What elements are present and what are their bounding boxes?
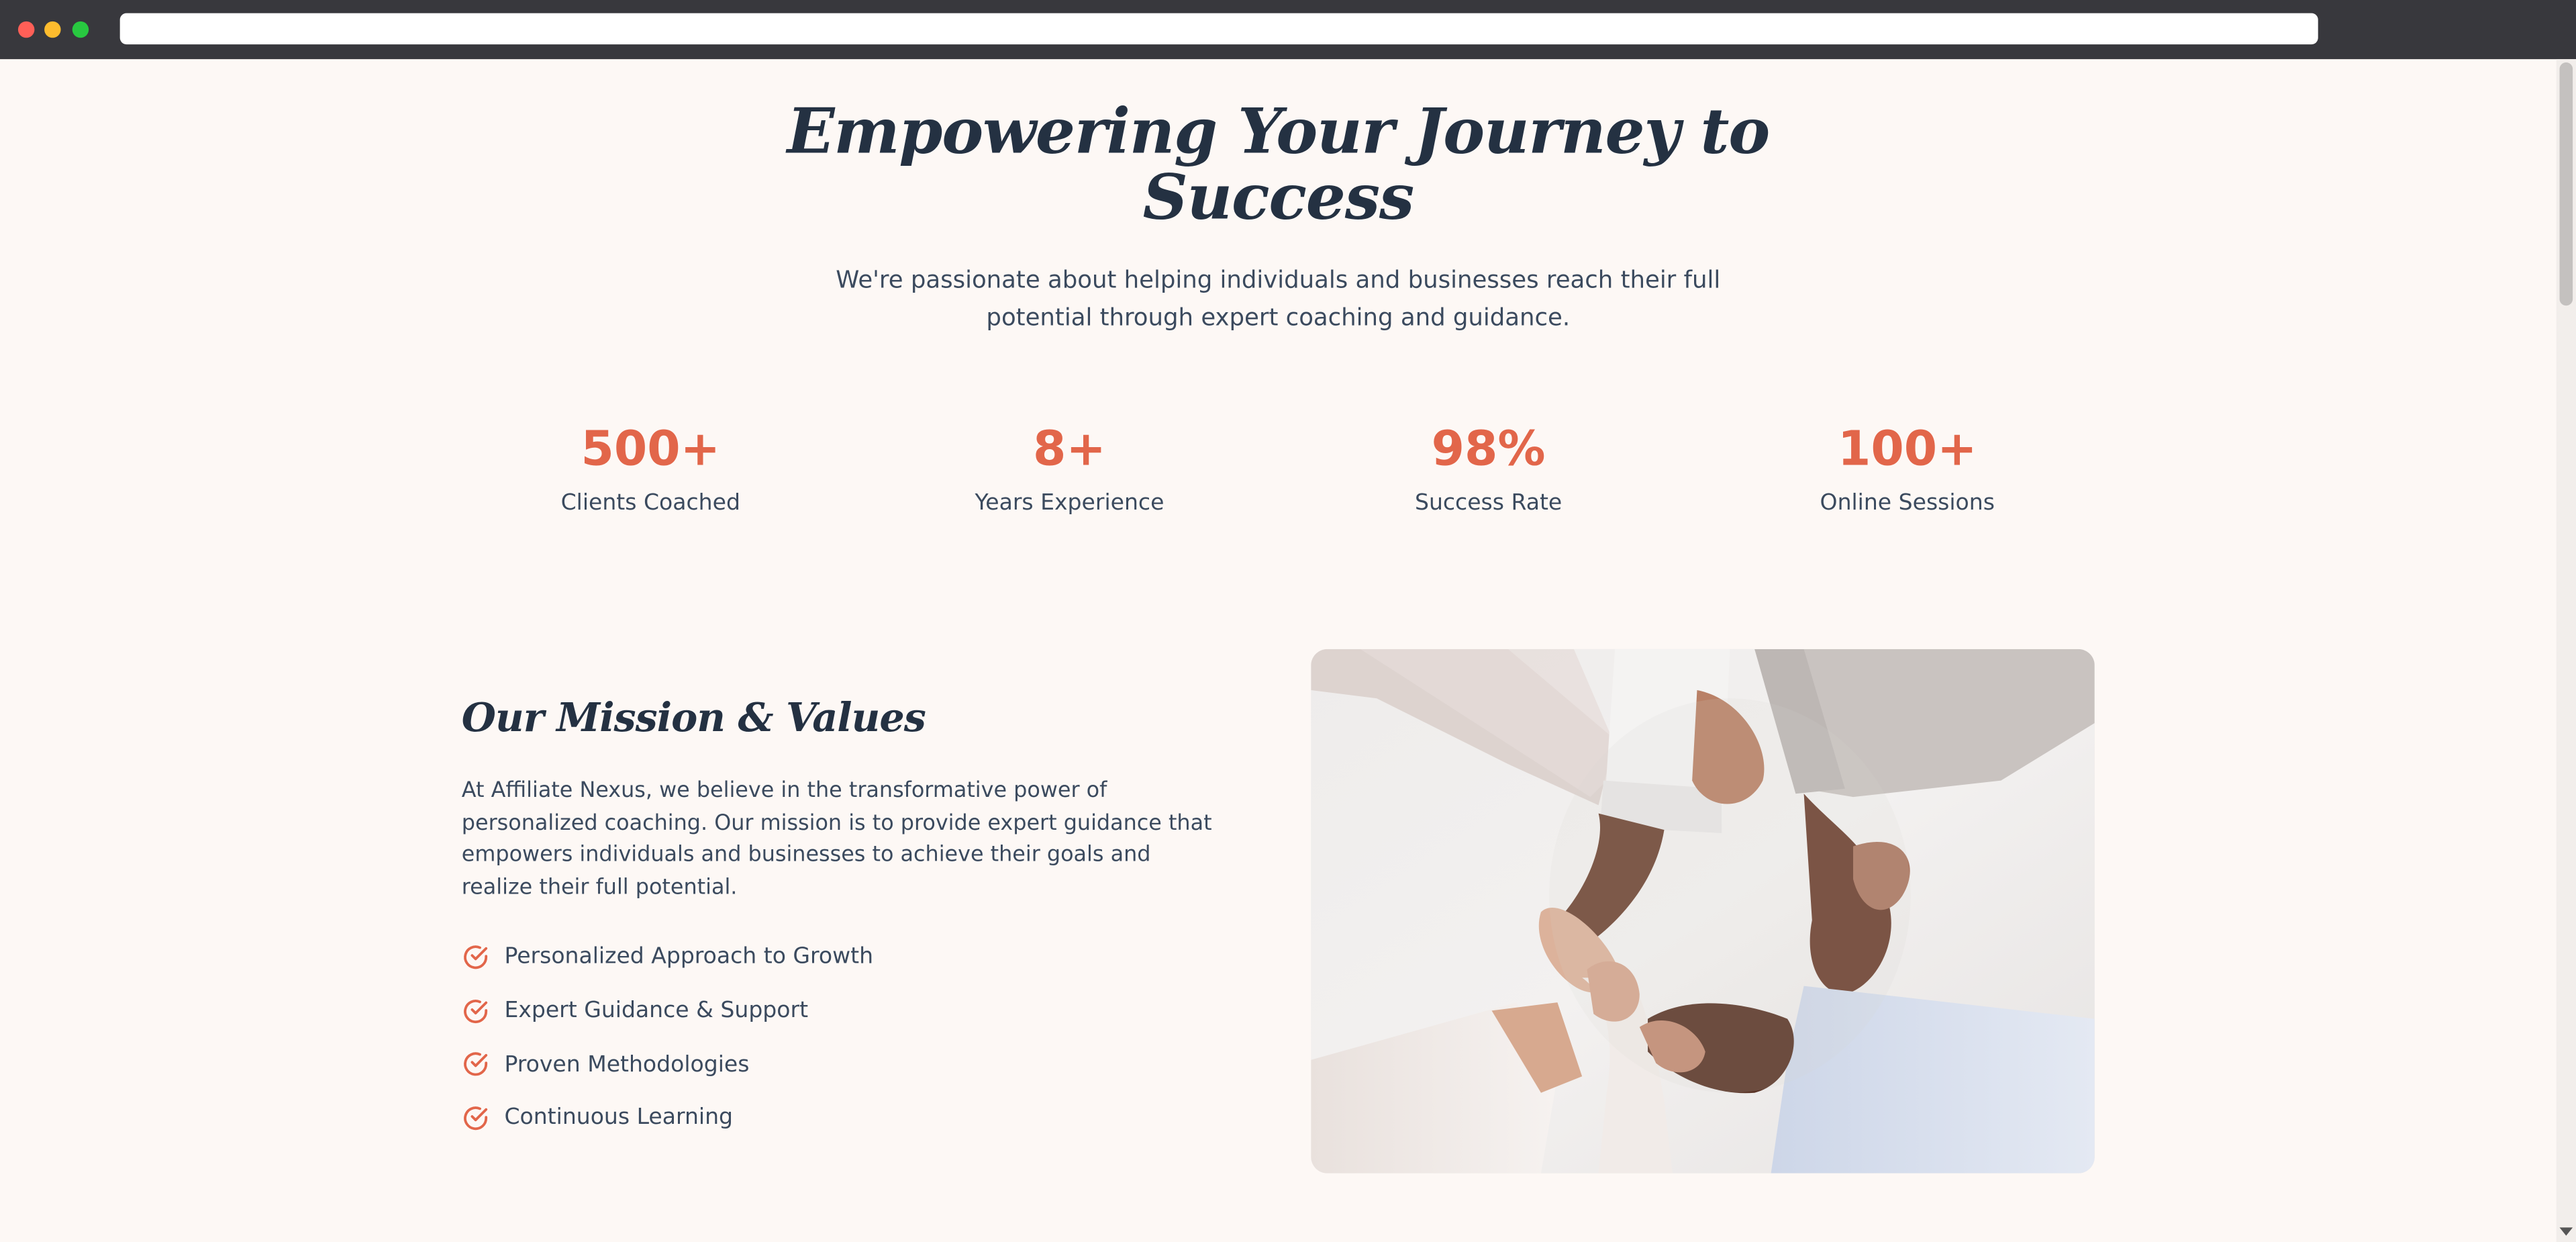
- value-item: Continuous Learning: [462, 1091, 873, 1145]
- stat-success-rate: 98% Success Rate: [1307, 419, 1669, 518]
- stat-label: Online Sessions: [1820, 489, 1995, 516]
- maximize-window-button[interactable]: [72, 21, 89, 38]
- scrollbar-thumb[interactable]: [2559, 62, 2573, 306]
- check-circle-icon: [464, 945, 488, 969]
- values-list: Personalized Approach to Growth Expert G…: [462, 930, 873, 1145]
- mission-description: At Affiliate Nexus, we believe in the tr…: [461, 779, 1212, 900]
- stat-clients-coached: 500+ Clients Coached: [470, 419, 831, 518]
- stat-years-experience: 8+ Years Experience: [889, 419, 1250, 518]
- check-circle-icon: [464, 1052, 488, 1076]
- scroll-down-arrow-icon[interactable]: [2559, 1227, 2573, 1236]
- hero-subtitle: We're passionate about helping individua…: [836, 267, 1721, 332]
- value-label: Continuous Learning: [504, 1104, 734, 1132]
- browser-chrome: [0, 0, 2576, 60]
- stat-online-sessions: 100+ Online Sessions: [1727, 419, 2088, 518]
- stat-label: Clients Coached: [560, 489, 740, 516]
- close-window-button[interactable]: [17, 21, 35, 38]
- value-item: Expert Guidance & Support: [462, 984, 873, 1037]
- team-hands-photo: [1311, 649, 2095, 1174]
- value-label: Expert Guidance & Support: [504, 997, 809, 1024]
- minimize-window-button[interactable]: [44, 21, 61, 38]
- check-circle-icon: [464, 998, 488, 1022]
- stat-label: Years Experience: [975, 489, 1165, 516]
- mission-title: Our Mission & Values: [461, 693, 926, 741]
- value-item: Personalized Approach to Growth: [462, 930, 873, 984]
- value-item: Proven Methodologies: [462, 1037, 873, 1091]
- stat-value: 500+: [581, 420, 721, 477]
- value-label: Proven Methodologies: [504, 1051, 750, 1078]
- stat-value: 100+: [1837, 420, 1977, 477]
- stat-value: 98%: [1431, 420, 1546, 477]
- value-label: Personalized Approach to Growth: [504, 943, 874, 970]
- stat-label: Success Rate: [1414, 489, 1563, 516]
- check-circle-icon: [464, 1106, 488, 1130]
- stat-value: 8+: [1032, 420, 1106, 477]
- hero-title: Empowering Your Journey to Success: [787, 93, 1771, 234]
- address-bar[interactable]: [119, 13, 2318, 45]
- page: Empowering Your Journey to Success We're…: [0, 0, 2576, 1242]
